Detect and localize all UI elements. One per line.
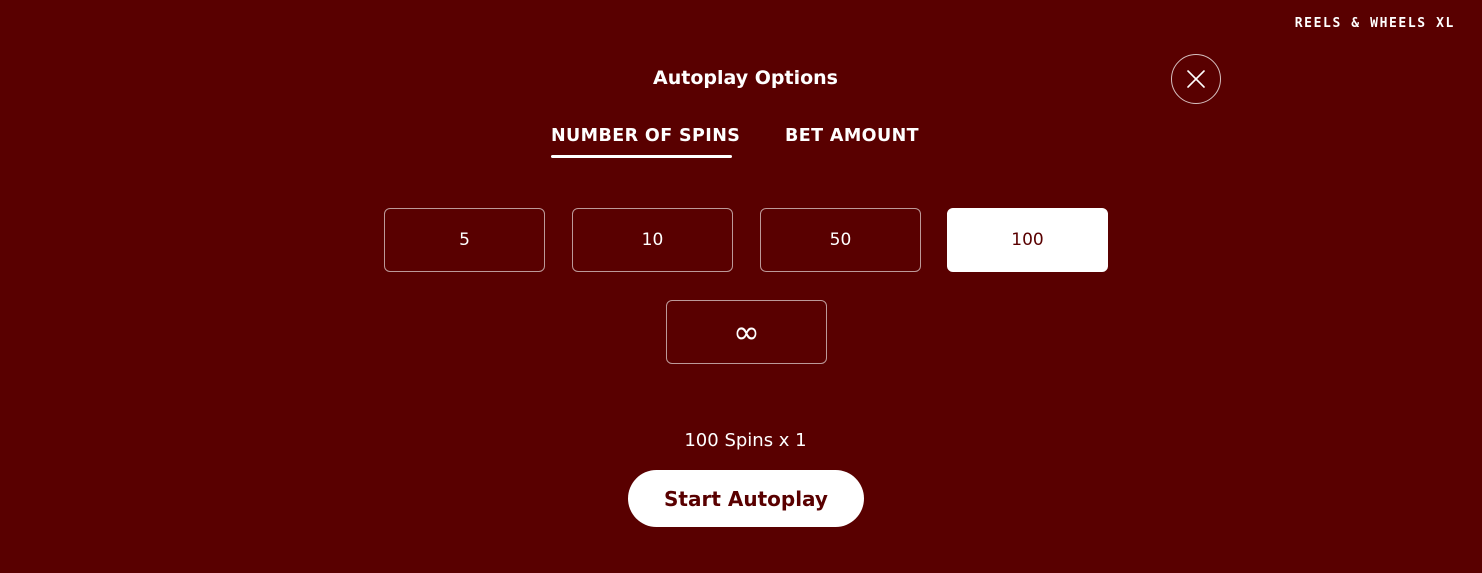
spins-option-5[interactable]: 5 xyxy=(384,208,545,272)
active-tab-indicator xyxy=(551,155,732,158)
dialog-title: Autoplay Options xyxy=(653,67,838,89)
tab-bet-amount[interactable]: BET AMOUNT xyxy=(785,126,919,146)
tab-number-of-spins[interactable]: NUMBER OF SPINS xyxy=(551,126,740,146)
autoplay-summary: 100 Spins x 1 xyxy=(684,430,807,451)
spins-option-50[interactable]: 50 xyxy=(760,208,921,272)
game-brand-title: REELS & WHEELS XL xyxy=(1294,16,1455,31)
spins-option-10[interactable]: 10 xyxy=(572,208,733,272)
spins-option-100[interactable]: 100 xyxy=(947,208,1108,272)
spins-option-infinite[interactable]: ∞ xyxy=(666,300,827,364)
start-autoplay-button[interactable]: Start Autoplay xyxy=(628,470,864,527)
